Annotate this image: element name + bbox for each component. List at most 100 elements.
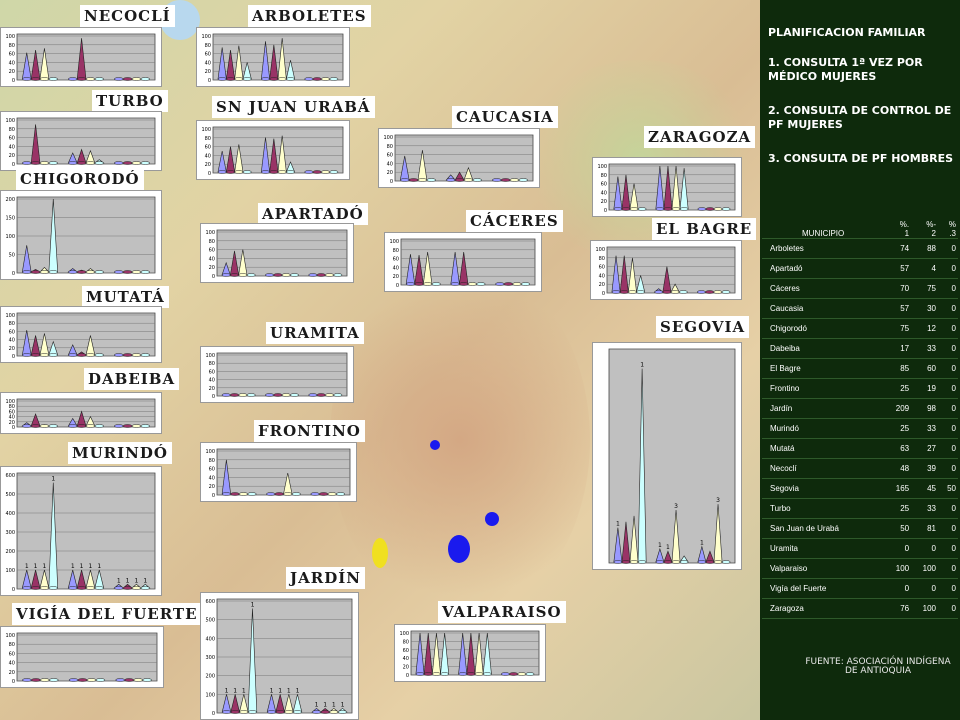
cone-base (131, 586, 142, 590)
chart-caceres: 0 20 40 60 80 100 (384, 232, 542, 292)
chart-title-mutata: MUTATÁ (82, 286, 169, 308)
y-tick-label: 80 (209, 458, 215, 464)
cone-base (246, 393, 256, 397)
value-cell: 100 (911, 598, 938, 619)
cone-base (122, 270, 133, 274)
cone-base (500, 178, 511, 182)
data-label: 1 (341, 701, 345, 708)
cone-base (721, 207, 731, 211)
chart-svg-mutata: 0 20 40 60 80 100 (5, 312, 156, 360)
cone-base (400, 178, 410, 182)
value-cell: 70 (884, 278, 912, 299)
y-tick-label: 20 (9, 670, 15, 676)
municipio-cell: Arboletes (762, 238, 885, 259)
municipio-cell: El Bagre (762, 358, 885, 379)
cone-base (124, 678, 134, 682)
y-tick-label: 200 (5, 197, 15, 203)
value-cell: 0 (937, 518, 958, 539)
plot-area (16, 472, 156, 590)
cone-base (310, 492, 320, 496)
cone-base (512, 282, 522, 286)
cone-base (30, 161, 41, 165)
cone-base (68, 678, 79, 682)
plot-area (216, 352, 348, 397)
cone-base (275, 710, 285, 714)
y-tick-label: 100 (5, 118, 15, 124)
value-cell: 0 (937, 578, 958, 599)
chart-svg-dabeiba: 020406080100 (5, 398, 156, 431)
value-cell: 0 (937, 418, 958, 439)
table-row: Chigorodó 75 12 0 (762, 318, 958, 339)
data-label: 1 (658, 542, 662, 549)
value-cell: 0 (937, 538, 958, 559)
municipio-cell: Necoclí (762, 458, 885, 479)
cone-base (261, 170, 270, 174)
table-row: Turbo 25 33 0 (762, 498, 958, 519)
y-tick-label: 100 (205, 692, 215, 698)
cone-base (30, 77, 41, 81)
cone-base (312, 170, 322, 174)
cone-base (663, 207, 673, 211)
cone-base (277, 170, 287, 174)
cone-base (517, 672, 527, 676)
chart-svg-arboletes: 0 20 40 60 80 100 (201, 33, 344, 84)
cone-base (114, 270, 124, 274)
cone-base (221, 710, 232, 714)
cone-base (333, 393, 343, 397)
cone-base (509, 672, 518, 676)
cone-base (22, 678, 32, 682)
municipio-cell: Cáceres (762, 278, 885, 299)
chart-svg-necocli: 0 20 40 60 80 100 (5, 33, 156, 84)
data-label: 1 (666, 544, 670, 551)
chart-title-vigia: VIGÍA DEL FUERTE (12, 603, 202, 625)
map-lake (430, 440, 440, 450)
cone-base (76, 586, 87, 590)
data-label: 1 (117, 577, 121, 584)
cone-base (230, 710, 240, 714)
cone-base (458, 672, 468, 676)
legend-item-2: 2. CONSULTA DE CONTROL DE PF MUJERES (768, 104, 952, 131)
cone-base (39, 424, 50, 428)
cone-base (509, 178, 520, 182)
y-tick-label: 20 (9, 420, 15, 426)
chart-title-valparaiso: VALPARAISO (438, 601, 566, 623)
value-cell: 100 (884, 558, 912, 579)
y-tick-label: 500 (5, 492, 15, 498)
data-label: 1 (251, 601, 255, 608)
value-cell: 88 (911, 238, 938, 259)
y-tick-label: 80 (9, 404, 15, 410)
cone-base (122, 586, 133, 590)
y-tick-label: 300 (205, 655, 215, 661)
cone-base (628, 290, 637, 294)
table-row: Murindó 25 33 0 (762, 418, 958, 439)
value-cell: 0 (937, 558, 958, 579)
data-label: 1 (233, 687, 237, 694)
cone-base (122, 161, 133, 165)
y-tick-label: 20 (205, 162, 211, 168)
cone-base (525, 672, 535, 676)
cone-base (281, 273, 291, 277)
cone-base (321, 77, 330, 81)
cone-base (22, 424, 32, 428)
y-tick-label: 40 (209, 475, 215, 481)
value-cell: 0 (911, 538, 938, 559)
cone-base (308, 273, 318, 277)
value-cell: 0 (937, 238, 958, 259)
cone-base (22, 270, 32, 274)
cone-base (621, 560, 631, 564)
data-label: 1 (71, 563, 75, 570)
cone-base (94, 586, 104, 590)
cone-base (114, 424, 124, 428)
cone-base (131, 77, 142, 81)
value-cell: 0 (884, 578, 912, 599)
value-cell: 0 (937, 358, 958, 379)
cone-base (705, 290, 714, 294)
cone-base (655, 560, 665, 564)
y-tick-label: 40 (9, 415, 15, 421)
legend-item-1: 1. CONSULTA 1ª VEZ POR MÉDICO MUJERES (768, 56, 923, 83)
cone-base (242, 77, 252, 81)
plot-area (16, 632, 158, 682)
y-tick-label: 80 (393, 248, 399, 254)
cone-base (678, 290, 688, 294)
table-row: Zaragoza 76 100 0 (762, 598, 958, 619)
